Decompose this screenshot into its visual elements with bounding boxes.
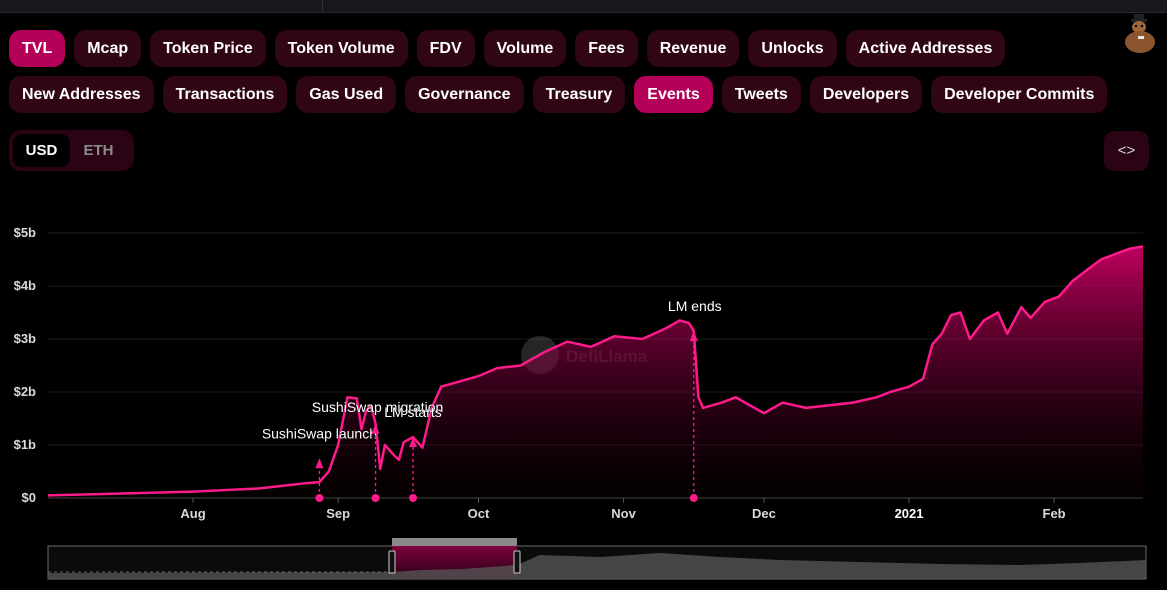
tab-active-addresses[interactable]: Active Addresses [845, 30, 1006, 67]
tab-token-price[interactable]: Token Price [150, 30, 266, 67]
llama-mascot-icon [1125, 14, 1155, 53]
tab-new-addresses[interactable]: New Addresses [9, 76, 154, 113]
brush-handle-right[interactable] [513, 550, 521, 574]
tab-fdv[interactable]: FDV [416, 30, 475, 67]
x-tick-label: Feb [1043, 506, 1066, 521]
tab-token-volume[interactable]: Token Volume [274, 30, 408, 67]
tab-fees[interactable]: Fees [575, 30, 638, 67]
y-tick-label: $5b [14, 225, 36, 240]
tab-events[interactable]: Events [634, 76, 713, 113]
event-label: LM starts [384, 404, 442, 420]
x-tick-label: Aug [180, 506, 205, 521]
tab-mcap[interactable]: Mcap [74, 30, 142, 67]
tab-unlocks[interactable]: Unlocks [748, 30, 837, 67]
tab-transactions[interactable]: Transactions [162, 76, 288, 113]
tab-gas-used[interactable]: Gas Used [296, 76, 397, 113]
x-tick-label: Oct [468, 506, 490, 521]
metric-tabs-row-2: New Addresses Transactions Gas Used Governa… [9, 76, 1109, 113]
embed-code-button[interactable]: <> [1104, 131, 1149, 171]
x-tick-label: Dec [752, 506, 776, 521]
event-label: SushiSwap launch [262, 425, 377, 441]
y-tick-label: $0 [22, 490, 36, 505]
toolbar-divider [322, 0, 323, 12]
y-tick-label: $4b [14, 278, 36, 293]
top-toolbar [0, 0, 1167, 13]
tab-tweets[interactable]: Tweets [721, 76, 801, 113]
tvl-chart: $0$1b$2b$3b$4b$5bDefiLlamaAugSepOctNovDe… [14, 225, 1147, 580]
tab-treasury[interactable]: Treasury [532, 76, 626, 113]
denomination-eth-button[interactable]: ETH [70, 134, 127, 167]
denomination-usd-button[interactable]: USD [13, 134, 70, 167]
tab-governance[interactable]: Governance [405, 76, 524, 113]
tab-volume[interactable]: Volume [483, 30, 567, 67]
brush-drag-bar[interactable] [392, 538, 517, 546]
x-tick-label: Sep [326, 506, 350, 521]
tab-revenue[interactable]: Revenue [646, 30, 740, 67]
data-zoom-slider[interactable] [47, 538, 1147, 580]
tvl-area [48, 246, 1143, 498]
brush-handle-left[interactable] [388, 550, 396, 574]
tab-tvl[interactable]: TVL [9, 30, 66, 67]
y-tick-label: $1b [14, 437, 36, 452]
x-tick-label: 2021 [895, 506, 924, 521]
event-label: LM ends [668, 298, 722, 314]
tab-developer-commits[interactable]: Developer Commits [931, 76, 1108, 113]
x-tick-label: Nov [611, 506, 636, 521]
tab-developers[interactable]: Developers [809, 76, 923, 113]
denomination-toggle: USD ETH [9, 130, 134, 171]
metric-tabs-row-1: TVL Mcap Token Price Token Volume FDV Volume F… [9, 30, 1109, 67]
y-tick-label: $2b [14, 384, 36, 399]
y-tick-label: $3b [14, 331, 36, 346]
